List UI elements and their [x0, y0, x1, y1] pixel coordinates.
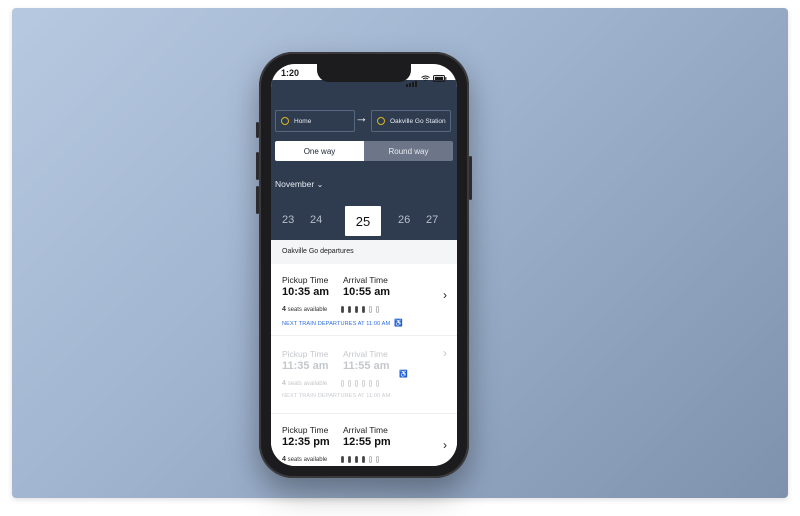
arrival-time: 12:55 pm [343, 436, 391, 448]
volume-up-button [256, 152, 259, 180]
seat-indicator [341, 380, 379, 387]
seat-indicator [341, 306, 379, 313]
seats-available: 4 seats available [282, 380, 328, 387]
chevron-right-icon[interactable]: › [443, 288, 447, 302]
origin-label: Home [294, 117, 312, 125]
departures-heading: Oakville Go departures [271, 240, 457, 264]
seats-available: 4 seats available [282, 456, 328, 463]
date-strip: 23 24 25 26 27 [271, 206, 457, 236]
destination-label: Oakville Go Station [390, 117, 446, 125]
seat-indicator [341, 456, 379, 463]
date-item[interactable]: 27 [426, 214, 438, 226]
notch [317, 64, 411, 82]
pickup-label: Pickup Time [282, 425, 329, 435]
pickup-time: 10:35 am [282, 286, 330, 298]
wheelchair-icon: ♿ [399, 371, 408, 378]
power-button [469, 156, 472, 200]
pickup-time: 12:35 pm [282, 436, 330, 448]
wheelchair-icon: ♿ [394, 320, 404, 327]
date-item[interactable]: 23 [282, 214, 294, 226]
arrival-label: Arrival Time [343, 275, 388, 285]
seats-available: 4 seats available [282, 306, 328, 313]
next-train-link[interactable]: NEXT TRAIN DEPARTURES AT 11:00 AM [282, 393, 390, 399]
chevron-down-icon: ⌄ [316, 180, 324, 189]
chevron-right-icon[interactable]: › [443, 438, 447, 452]
station-icon [377, 117, 385, 125]
trip-type-toggle: One way Round way [275, 141, 453, 161]
pickup-label: Pickup Time [282, 349, 329, 359]
departure-card[interactable]: Pickup Time Arrival Time 12:35 pm 12:55 … [271, 414, 457, 466]
date-item-selected[interactable]: 25 [345, 206, 381, 236]
pickup-time: 11:35 am [282, 360, 329, 372]
destination-field[interactable]: Oakville Go Station [371, 110, 451, 132]
battery-icon [433, 74, 447, 82]
arrival-time: 11:55 am [343, 360, 390, 372]
arrow-right-icon[interactable]: → [355, 110, 368, 125]
phone-mockup: 1:20 Home → Oakville Go Station One way … [256, 52, 472, 478]
month-label: November [275, 179, 315, 189]
arrival-label: Arrival Time [343, 349, 388, 359]
departure-card[interactable]: Pickup Time Arrival Time 10:35 am 10:55 … [271, 264, 457, 336]
volume-down-button [256, 186, 259, 214]
departure-card-unavailable[interactable]: Pickup Time Arrival Time 11:35 am 11:55 … [271, 338, 457, 414]
pickup-label: Pickup Time [282, 275, 329, 285]
tab-one-way[interactable]: One way [275, 141, 364, 161]
arrival-label: Arrival Time [343, 425, 388, 435]
next-train-link[interactable]: NEXT TRAIN DEPARTURES AT 11:00 AM ♿ [282, 319, 403, 327]
wifi-icon [421, 75, 430, 81]
origin-field[interactable]: Home [275, 110, 355, 132]
arrival-time: 10:55 am [343, 286, 391, 298]
chevron-right-icon[interactable]: › [443, 346, 447, 360]
location-pin-icon [281, 117, 289, 125]
tab-round-way[interactable]: Round way [364, 141, 453, 161]
date-item[interactable]: 24 [310, 214, 322, 226]
status-icons [406, 69, 447, 87]
app-screen: 1:20 Home → Oakville Go Station One way … [271, 64, 457, 466]
month-selector[interactable]: November ⌄ [275, 179, 323, 189]
status-time: 1:20 [281, 68, 300, 78]
mute-switch [256, 122, 259, 138]
date-item[interactable]: 26 [398, 214, 410, 226]
